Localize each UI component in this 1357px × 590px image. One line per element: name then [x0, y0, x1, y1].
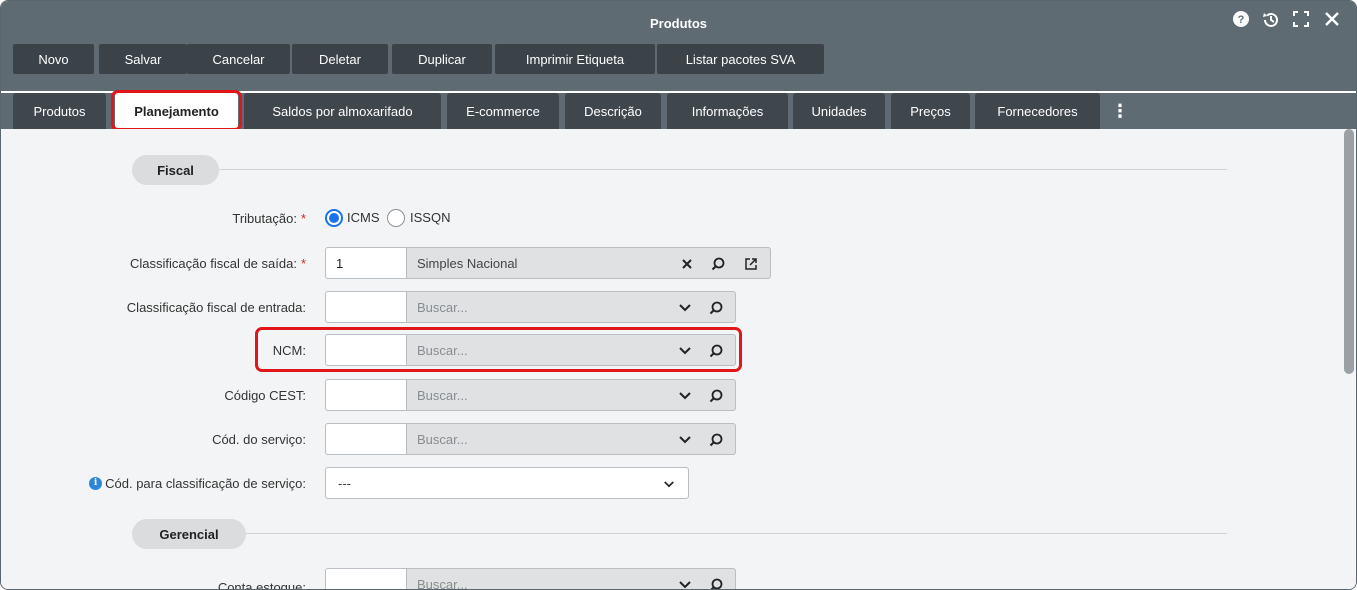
chevron-down-icon[interactable] — [675, 575, 695, 589]
class-entrada-code-input[interactable] — [325, 291, 407, 323]
search-icon[interactable] — [706, 386, 726, 406]
cest-placeholder: Buscar... — [417, 387, 468, 403]
imprimir-etiqueta-button[interactable]: Imprimir Etiqueta — [495, 44, 655, 74]
duplicar-button[interactable]: Duplicar — [392, 44, 492, 74]
radio-icms-label: ICMS — [347, 210, 380, 225]
search-icon[interactable] — [706, 575, 726, 589]
tab-e-commerce[interactable]: E-commerce — [447, 93, 559, 129]
ncm-code-input[interactable] — [325, 334, 407, 366]
external-link-icon[interactable] — [741, 254, 761, 274]
cod-servico-code-input[interactable] — [325, 423, 407, 455]
help-icon[interactable]: ? — [1230, 10, 1252, 32]
window-title: Produtos — [649, 16, 708, 31]
radio-icms[interactable] — [325, 209, 343, 227]
tab-descricao[interactable]: Descrição — [565, 93, 661, 129]
chevron-down-icon[interactable] — [675, 430, 695, 450]
class-servico-value: --- — [338, 475, 351, 491]
tab-planejamento[interactable]: Planejamento — [115, 93, 238, 129]
section-gerencial: Gerencial — [132, 519, 246, 549]
class-entrada-label: Classificação fiscal de entrada: — [126, 299, 306, 315]
chevron-down-icon[interactable] — [675, 298, 695, 318]
scrollbar[interactable] — [1342, 129, 1356, 589]
salvar-button[interactable]: Salvar — [99, 44, 187, 74]
cest-label: Código CEST: — [224, 387, 306, 403]
class-saida-label: Classificação fiscal de saída: * — [130, 255, 306, 271]
tributacao-label: Tributação: * — [232, 210, 306, 226]
radio-issqn[interactable] — [387, 209, 405, 227]
class-servico-select[interactable]: --- — [325, 467, 689, 499]
chevron-down-icon[interactable] — [675, 386, 695, 406]
search-icon[interactable] — [706, 341, 726, 361]
close-icon[interactable] — [1321, 10, 1343, 32]
conta-estoque-placeholder: Buscar... — [417, 576, 468, 590]
cod-servico-lookup[interactable]: Buscar... — [407, 423, 736, 455]
search-icon[interactable] — [708, 254, 728, 274]
tab-precos[interactable]: Preços — [891, 93, 970, 129]
cancelar-button[interactable]: Cancelar — [187, 44, 290, 74]
class-saida-code-input[interactable]: 1 — [325, 247, 407, 279]
more-tabs-icon[interactable]: ⋮ — [1111, 93, 1129, 129]
svg-text:?: ? — [1238, 14, 1245, 26]
class-saida-lookup[interactable]: Simples Nacional — [407, 247, 771, 279]
novo-button[interactable]: Novo — [13, 44, 94, 74]
class-servico-label: i Cód. para classificação de serviço: — [89, 468, 306, 498]
cod-servico-placeholder: Buscar... — [417, 431, 468, 447]
cest-code-input[interactable] — [325, 379, 407, 411]
produtos-window: Produtos ? Novo Salvar Cancelar Deletar … — [0, 0, 1357, 590]
section-fiscal: Fiscal — [132, 155, 219, 185]
cod-servico-label: Cód. do serviço: — [212, 431, 306, 447]
cest-lookup[interactable]: Buscar... — [407, 379, 736, 411]
chevron-down-icon[interactable] — [659, 474, 679, 494]
ncm-label: NCM: — [272, 342, 306, 358]
tab-produtos[interactable]: Produtos — [13, 93, 106, 129]
deletar-button[interactable]: Deletar — [292, 44, 388, 74]
tab-saldos-por-almoxarifado[interactable]: Saldos por almoxarifado — [244, 93, 441, 129]
search-icon[interactable] — [706, 430, 726, 450]
class-entrada-lookup[interactable]: Buscar... — [407, 291, 736, 323]
scrollbar-thumb[interactable] — [1344, 129, 1354, 374]
listar-pacotes-sva-button[interactable]: Listar pacotes SVA — [657, 44, 824, 74]
tab-informacoes[interactable]: Informações — [667, 93, 788, 129]
ncm-lookup[interactable]: Buscar... — [407, 334, 736, 366]
info-icon[interactable]: i — [89, 476, 103, 490]
ncm-placeholder: Buscar... — [417, 342, 468, 358]
class-entrada-placeholder: Buscar... — [417, 299, 468, 315]
fullscreen-icon[interactable] — [1290, 10, 1312, 32]
radio-issqn-label: ISSQN — [410, 210, 451, 225]
section-divider — [246, 533, 1227, 534]
history-icon[interactable] — [1260, 10, 1282, 34]
conta-estoque-lookup[interactable]: Buscar... — [407, 568, 736, 590]
tab-fornecedores[interactable]: Fornecedores — [975, 93, 1100, 129]
search-icon[interactable] — [706, 298, 726, 318]
clear-icon[interactable] — [677, 254, 697, 274]
conta-estoque-code-input[interactable] — [325, 568, 407, 589]
class-saida-value: Simples Nacional — [417, 255, 518, 271]
chevron-down-icon[interactable] — [675, 341, 695, 361]
conta-estoque-label: Conta estoque: — [217, 579, 306, 590]
tab-unidades[interactable]: Unidades — [793, 93, 885, 129]
section-divider — [219, 169, 1227, 170]
